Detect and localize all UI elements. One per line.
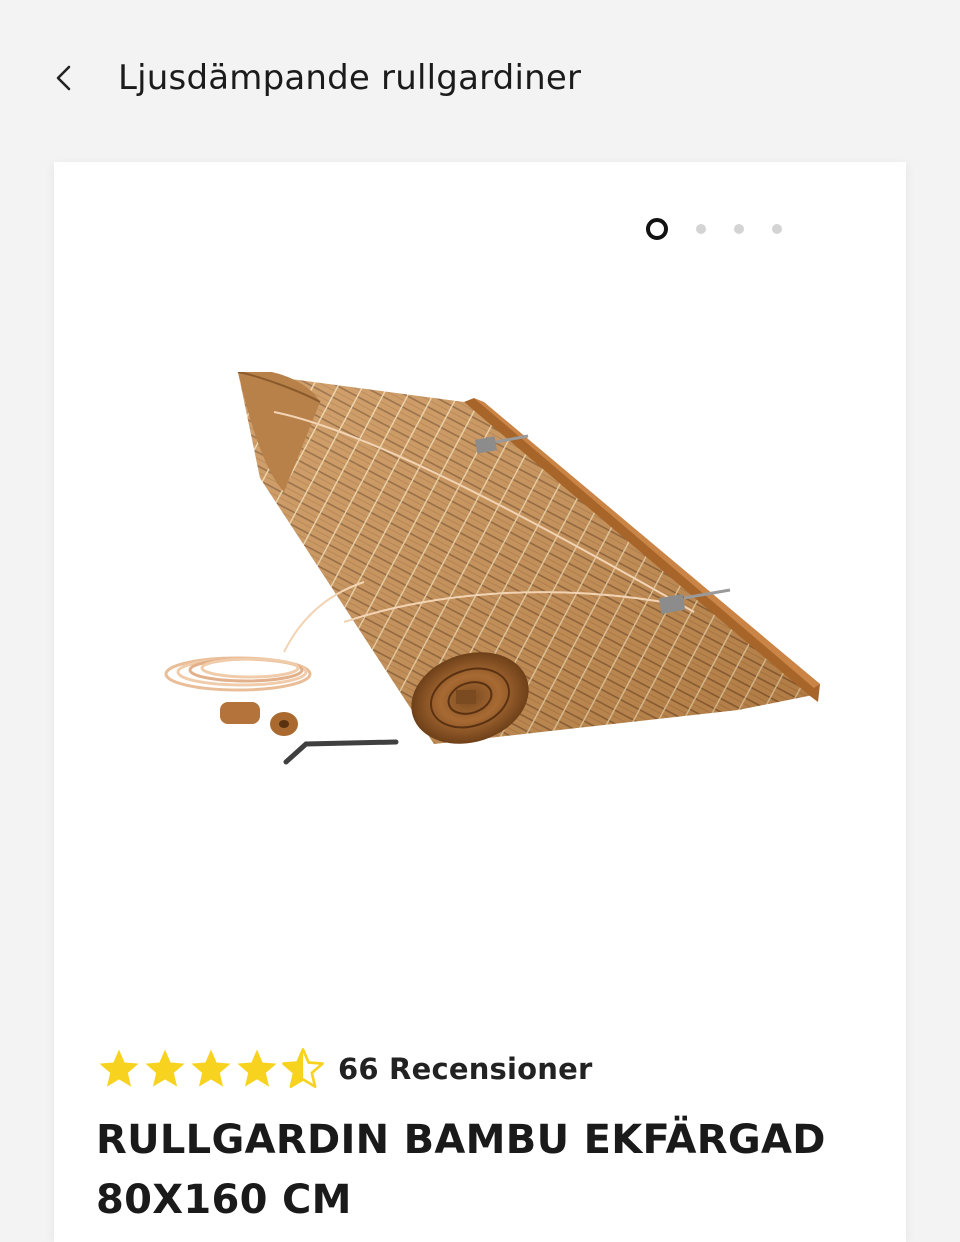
carousel-dot-2[interactable] [696, 224, 706, 234]
star-filled-icon [191, 1049, 231, 1087]
star-filled-icon [99, 1049, 139, 1087]
product-image[interactable] [134, 369, 834, 792]
top-bar: Ljusdämpande rullgardiner [0, 0, 960, 150]
image-carousel-dots [646, 218, 782, 240]
product-name: RULLGARDIN BAMBU EKFÄRGAD 80X160 CM [96, 1117, 826, 1223]
star-filled-icon [145, 1049, 185, 1087]
product-card: 66 Recensioner RULLGARDIN BAMBU EKFÄRGAD… [54, 162, 906, 1242]
star-filled-icon [237, 1049, 277, 1087]
rating-row[interactable]: 66 Recensioner [96, 1046, 593, 1092]
rating-stars [96, 1046, 326, 1092]
bamboo-roller-blind-image [164, 369, 820, 765]
carousel-dot-3[interactable] [734, 224, 744, 234]
review-count[interactable]: 66 Recensioner [338, 1052, 593, 1086]
carousel-dot-1[interactable] [646, 218, 668, 240]
page-title: Ljusdämpande rullgardiner [118, 58, 582, 98]
star-half-icon [282, 1048, 324, 1088]
carousel-dot-4[interactable] [772, 224, 782, 234]
back-button[interactable] [40, 52, 88, 104]
chevron-left-icon [53, 63, 75, 93]
